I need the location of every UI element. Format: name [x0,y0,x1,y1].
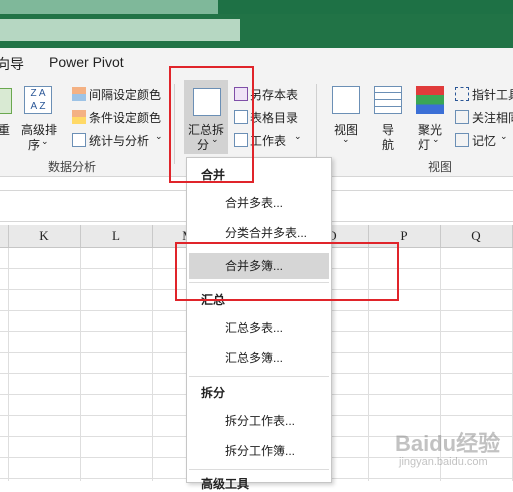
worksheet-button[interactable]: 工作表 [250,132,286,149]
watermark-url: jingyan.baidu.com [399,456,488,468]
menu-item-split-worksheet[interactable]: 拆分工作表... [187,408,331,434]
ribbon-tabs: 向导 Power Pivot [0,48,513,76]
group-label-view: 视图 [428,160,453,174]
interval-color-icon [72,87,86,101]
memo-icon [455,133,469,147]
sheet-directory-button[interactable]: 表格目录 [250,109,298,126]
spotlight-icon [416,86,444,114]
stats-analysis-button[interactable]: 统计与分析 [89,132,149,149]
menu-item-summary-multi-books[interactable]: 汇总多簿... [187,345,331,371]
memo-button[interactable]: 记忆 [472,132,496,149]
summarize-split-menu: 合并 合并多表... 分类合并多表... 合并多簿... 汇总 汇总多表... … [186,157,332,491]
highlight-box-menu-item [175,242,399,301]
column-header-l[interactable]: L [80,225,153,247]
spotlight-label-2: 灯 [418,138,431,152]
chevron-down-icon: ⌄ [41,136,49,146]
pointer-tool-icon [455,87,469,101]
group-label-data-analysis: 数据分析 [48,160,97,174]
interval-color-button[interactable]: 间隔设定颜色 [89,86,161,103]
menu-item-merge-multi-sheets[interactable]: 合并多表... [187,190,331,216]
condition-color-icon [72,110,86,124]
menu-section-split: 拆分 [201,386,226,400]
menu-item-split-workbook[interactable]: 拆分工作簿... [187,438,331,464]
chevron-down-icon: ⌄ [342,134,350,144]
tab-partial[interactable]: 向导 [0,54,24,74]
menu-divider [189,469,329,470]
watermark-brand: Baidu经验 [395,431,501,456]
chevron-down-icon: ⌄ [500,131,508,141]
title-bar-highlight [0,0,218,14]
column-header-k[interactable]: K [8,225,81,247]
advanced-sort-label-2[interactable]: 序 [28,136,40,153]
view-icon [332,86,360,114]
column-header-q[interactable]: Q [440,225,513,247]
sort-label[interactable]: 重 [0,121,10,138]
sort-icon [0,88,12,114]
menu-section-advanced: 高级工具 [201,477,250,491]
chevron-down-icon: ⌄ [155,131,163,141]
menu-item-summary-multi-sheets[interactable]: 汇总多表... [187,315,331,341]
related-icon [455,110,469,124]
chevron-down-icon: ⌄ [432,134,440,144]
advanced-sort-icon: Z AA Z [24,86,52,114]
stats-icon [72,133,86,147]
pointer-tool-button[interactable]: 指针工具 [472,86,513,103]
chevron-down-icon: ⌄ [294,131,302,141]
condition-color-button[interactable]: 条件设定颜色 [89,109,161,126]
menu-divider [189,376,329,377]
navigate-label-2: 航 [382,138,395,152]
ribbon-divider [316,84,317,164]
search-box-area[interactable] [0,19,240,41]
tab-power-pivot[interactable]: Power Pivot [49,54,124,70]
title-area [0,14,513,48]
save-sheet-button[interactable]: 另存本表 [250,86,298,103]
title-bar [0,0,513,14]
highlight-box-button [169,66,254,183]
navigate-icon [374,86,402,114]
watermark: Baidu经验 jingyan.baidu.com [395,420,510,475]
related-button[interactable]: 关注相同 [472,109,513,126]
